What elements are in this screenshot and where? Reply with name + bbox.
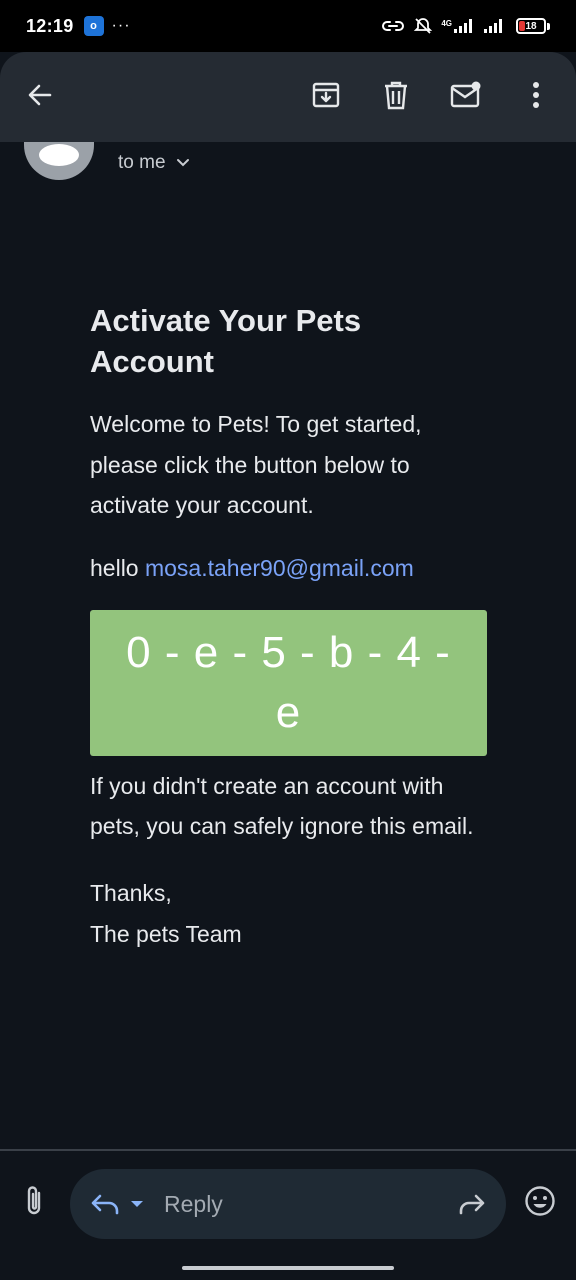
mark-unread-icon bbox=[450, 81, 482, 114]
back-button[interactable] bbox=[14, 71, 66, 123]
mark-unread-button[interactable] bbox=[440, 71, 492, 123]
emoji-button[interactable] bbox=[522, 1185, 558, 1221]
paperclip-icon bbox=[24, 1184, 44, 1223]
greeting-prefix: hello bbox=[90, 554, 145, 581]
reply-type-dropdown[interactable] bbox=[130, 1200, 144, 1208]
reply-label: Reply bbox=[164, 1190, 223, 1217]
email-toolbar bbox=[0, 52, 576, 142]
email-body: Activate Your Pets Account Welcome to Pe… bbox=[90, 300, 490, 955]
reply-icon[interactable] bbox=[90, 1193, 120, 1215]
delete-button[interactable] bbox=[370, 71, 422, 123]
email-title: Activate Your Pets Account bbox=[90, 303, 362, 379]
chevron-down-icon bbox=[176, 152, 190, 174]
activation-code-box[interactable]: 0 - e - 5 - b - 4 - e bbox=[90, 609, 487, 756]
archive-icon bbox=[311, 80, 341, 115]
signature-line: The pets Team bbox=[90, 920, 242, 947]
battery-level: 18 bbox=[525, 20, 537, 32]
status-right-group: 4G 18 bbox=[381, 16, 550, 36]
ignore-note: If you didn't create an account with pet… bbox=[90, 772, 474, 840]
more-options-button[interactable] bbox=[510, 71, 562, 123]
link-icon bbox=[381, 18, 405, 34]
network-label: 4G bbox=[441, 19, 452, 28]
activation-code: 0 - e - 5 - b - 4 - e bbox=[126, 627, 451, 737]
bell-muted-icon bbox=[413, 16, 433, 36]
emoji-icon bbox=[524, 1185, 556, 1222]
archive-button[interactable] bbox=[300, 71, 352, 123]
greeting: hello mosa.taher90@gmail.com bbox=[90, 555, 490, 582]
outlook-app-icon: o bbox=[83, 16, 104, 36]
forward-icon[interactable] bbox=[458, 1193, 486, 1215]
recipient-label: to me bbox=[118, 152, 166, 173]
battery-icon: 18 bbox=[516, 18, 550, 34]
more-vert-icon bbox=[532, 81, 540, 113]
thanks-line: Thanks, bbox=[90, 879, 172, 906]
email-intro: Welcome to Pets! To get started, please … bbox=[90, 411, 422, 518]
recipient-toggle[interactable]: to me bbox=[118, 152, 190, 174]
status-time: 12:19 bbox=[26, 15, 74, 36]
signal-icon bbox=[484, 19, 508, 33]
sign-off: Thanks, The pets Team bbox=[90, 873, 490, 955]
email-address-link[interactable]: mosa.taher90@gmail.com bbox=[145, 555, 414, 581]
status-more-indicator: ··· bbox=[111, 17, 131, 34]
reply-field[interactable]: Reply bbox=[70, 1169, 506, 1239]
trash-icon bbox=[382, 80, 410, 115]
status-bar: 12:19 o ··· 4G 18 bbox=[0, 0, 576, 52]
arrow-back-icon bbox=[26, 81, 54, 114]
signal-4g-icon: 4G bbox=[441, 19, 476, 33]
reply-bar: Reply bbox=[0, 1151, 576, 1280]
home-indicator[interactable] bbox=[182, 1266, 394, 1270]
attach-button[interactable] bbox=[16, 1185, 52, 1221]
